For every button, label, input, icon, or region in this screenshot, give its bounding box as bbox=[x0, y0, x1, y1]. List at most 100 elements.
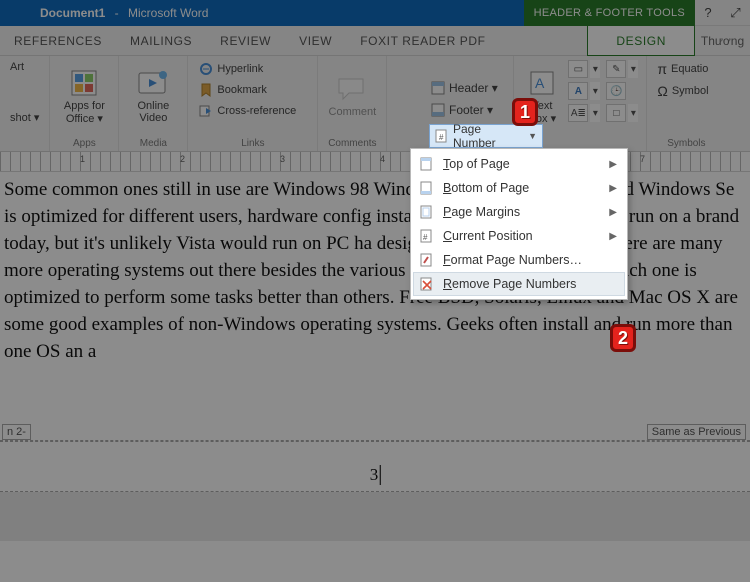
wordart-button[interactable]: A bbox=[568, 82, 588, 100]
document-body[interactable]: Some common ones still in use are Window… bbox=[0, 172, 750, 440]
account-name[interactable]: Thương bbox=[695, 26, 750, 56]
art-button[interactable]: Art bbox=[8, 60, 26, 74]
group-illustrations-cut: Art shot ▾ bbox=[0, 56, 50, 151]
top-of-page-icon bbox=[419, 156, 435, 172]
ruler-mark: 7 bbox=[640, 154, 645, 164]
ribbon: Art shot ▾ Apps for Office ▾ Apps Online… bbox=[0, 56, 750, 152]
contextual-tab-label: HEADER & FOOTER TOOLS bbox=[524, 0, 695, 26]
footer-icon bbox=[430, 102, 445, 117]
format-page-numbers-icon bbox=[419, 252, 435, 268]
app-name-sep: - bbox=[111, 6, 122, 20]
apps-for-office-button[interactable]: Apps for Office ▾ bbox=[58, 60, 110, 132]
date-time-button[interactable]: 🕒 bbox=[606, 82, 626, 100]
equation-button[interactable]: πEquatio bbox=[655, 60, 710, 78]
comment-button[interactable]: Comment bbox=[326, 60, 378, 132]
app-name: Microsoft Word bbox=[128, 6, 208, 20]
ruler-mark: 3 bbox=[280, 154, 285, 164]
quick-parts-button[interactable]: ▭ bbox=[568, 60, 588, 78]
chevron-down-icon: ▾ bbox=[628, 60, 638, 78]
group-media: Online Video Media bbox=[119, 56, 188, 151]
menu-page-margins[interactable]: Page Margins ▶ bbox=[413, 200, 625, 224]
page-margins-icon bbox=[419, 204, 435, 220]
svg-text:#: # bbox=[439, 133, 444, 142]
text-mini-stack-2: ✎▾ 🕒 □▾ bbox=[606, 60, 638, 122]
group-label-comments: Comments bbox=[328, 138, 376, 149]
video-label: Online Video bbox=[137, 100, 169, 124]
cross-reference-button[interactable]: Cross-reference bbox=[196, 102, 298, 119]
page-number-icon: # bbox=[435, 129, 449, 143]
ruler-mark: 4 bbox=[380, 154, 385, 164]
object-button[interactable]: □ bbox=[606, 104, 626, 122]
header-icon bbox=[430, 80, 445, 95]
svg-text:A: A bbox=[535, 75, 545, 91]
help-button[interactable]: ? bbox=[704, 5, 711, 20]
group-links: Hyperlink Bookmark Cross-reference Links bbox=[188, 56, 318, 151]
crossref-icon bbox=[198, 103, 213, 118]
ribbon-display-button[interactable]: ⤢ bbox=[730, 5, 740, 21]
screenshot-button[interactable]: shot ▾ bbox=[8, 110, 41, 125]
group-symbols: πEquatio ΩSymbol Symbols bbox=[647, 56, 725, 151]
chevron-down-icon: ▾ bbox=[628, 104, 638, 122]
signature-line-button[interactable]: ✎ bbox=[606, 60, 626, 78]
video-icon bbox=[138, 68, 168, 98]
submenu-arrow-icon: ▶ bbox=[609, 231, 617, 242]
title-bar: Document1 - Microsoft Word HEADER & FOOT… bbox=[0, 0, 750, 26]
tab-foxit[interactable]: FOXIT READER PDF bbox=[346, 26, 499, 55]
ribbon-tabs: REFERENCES MAILINGS REVIEW VIEW FOXIT RE… bbox=[0, 26, 750, 56]
group-comments: Comment Comments bbox=[318, 56, 387, 151]
online-video-button[interactable]: Online Video bbox=[127, 60, 179, 132]
group-label-apps: Apps bbox=[73, 138, 96, 149]
group-label-symbols: Symbols bbox=[667, 138, 705, 149]
header-dropdown-button[interactable]: Header ▾ bbox=[430, 80, 498, 95]
footer-area[interactable]: n 2- Same as Previous 3 bbox=[0, 440, 750, 540]
remove-page-numbers-icon bbox=[419, 276, 435, 292]
ruler-mark: 2 bbox=[180, 154, 185, 164]
page-number-dropdown-button[interactable]: # Page Number ▼ bbox=[429, 124, 543, 148]
submenu-arrow-icon: ▶ bbox=[609, 183, 617, 194]
drop-cap-button[interactable]: A≣ bbox=[568, 104, 588, 122]
menu-remove-page-numbers[interactable]: Remove Page Numbers bbox=[413, 272, 625, 296]
symbol-button[interactable]: ΩSymbol bbox=[655, 82, 710, 100]
tab-mailings[interactable]: MAILINGS bbox=[116, 26, 206, 55]
bottom-of-page-icon bbox=[419, 180, 435, 196]
page-number-field[interactable]: 3 bbox=[370, 465, 381, 485]
menu-bottom-of-page[interactable]: Bottom of Page ▶ bbox=[413, 176, 625, 200]
footer-dropdown-button[interactable]: Footer ▾ bbox=[430, 102, 493, 117]
tab-view[interactable]: VIEW bbox=[285, 26, 346, 55]
bookmark-icon bbox=[198, 82, 213, 97]
menu-format-page-numbers[interactable]: Format Page Numbers… bbox=[413, 248, 625, 272]
hyperlink-button[interactable]: Hyperlink bbox=[196, 60, 298, 77]
text-mini-stack: ▭▾ A▾ A≣▾ bbox=[568, 60, 600, 122]
menu-current-position[interactable]: # Current Position ▶ bbox=[413, 224, 625, 248]
tab-references[interactable]: REFERENCES bbox=[0, 26, 116, 55]
hyperlink-icon bbox=[198, 61, 213, 76]
window-controls: ? ⤢ bbox=[695, 0, 750, 26]
footer-section-tag: n 2- bbox=[2, 424, 31, 440]
chevron-down-icon: ▾ bbox=[590, 104, 600, 122]
textbox-icon: A bbox=[527, 68, 557, 98]
tutorial-callout-2: 2 bbox=[610, 324, 636, 352]
tab-review[interactable]: REVIEW bbox=[206, 26, 285, 55]
group-label-media: Media bbox=[140, 138, 167, 149]
svg-text:#: # bbox=[423, 233, 428, 242]
menu-top-of-page[interactable]: Top of Page ▶ bbox=[413, 152, 625, 176]
group-label-links: Links bbox=[241, 138, 264, 149]
chevron-down-icon: ▾ bbox=[590, 82, 600, 100]
tutorial-callout-1: 1 bbox=[512, 98, 538, 126]
submenu-arrow-icon: ▶ bbox=[609, 207, 617, 218]
apps-icon bbox=[69, 68, 99, 98]
page-number-menu: Top of Page ▶ Bottom of Page ▶ Page Marg… bbox=[410, 148, 628, 300]
doc-name: Document1 bbox=[40, 6, 105, 20]
comment-label: Comment bbox=[329, 106, 377, 118]
apps-label: Apps for Office ▾ bbox=[64, 100, 105, 125]
submenu-arrow-icon: ▶ bbox=[609, 159, 617, 170]
horizontal-ruler[interactable]: 1 2 3 4 7 bbox=[0, 152, 750, 172]
tab-design-contextual[interactable]: DESIGN bbox=[587, 26, 695, 56]
current-position-icon: # bbox=[419, 228, 435, 244]
same-as-previous-tag: Same as Previous bbox=[647, 424, 746, 440]
page-number-label: Page Number bbox=[453, 122, 524, 150]
chevron-down-icon: ▼ bbox=[528, 131, 537, 141]
bookmark-button[interactable]: Bookmark bbox=[196, 81, 298, 98]
comment-icon bbox=[337, 74, 367, 104]
group-apps: Apps for Office ▾ Apps bbox=[50, 56, 119, 151]
